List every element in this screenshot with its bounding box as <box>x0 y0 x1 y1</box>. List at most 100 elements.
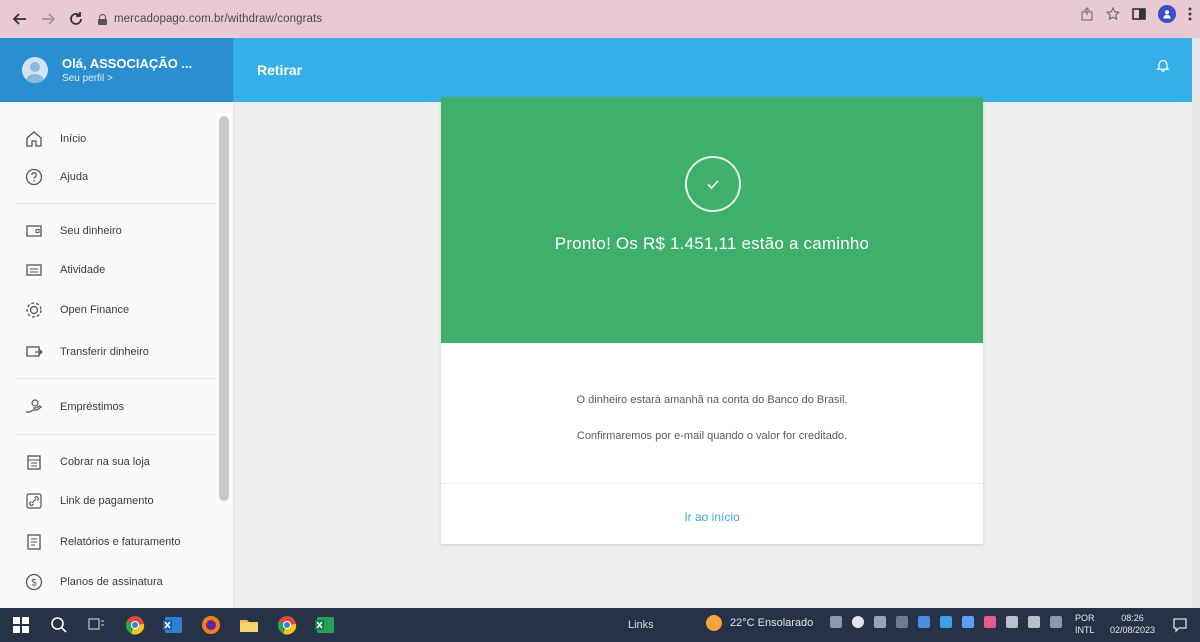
check-circle-icon <box>685 156 741 212</box>
back-button[interactable] <box>6 5 34 33</box>
loans-icon <box>24 397 44 417</box>
weather-widget[interactable]: 22°C Ensolarado <box>706 615 813 631</box>
file-explorer-button[interactable] <box>238 614 260 636</box>
windows-icon <box>13 617 29 633</box>
subscription-icon: $ <box>24 572 44 592</box>
chrome-profile-taskbar-button[interactable] <box>276 614 298 636</box>
spreadsheet-icon <box>315 617 334 633</box>
sun-icon <box>706 615 722 631</box>
start-button[interactable] <box>10 614 32 636</box>
address-bar[interactable]: mercadopago.com.br/withdraw/congrats <box>98 6 322 32</box>
pen-icon[interactable] <box>1050 616 1062 628</box>
sidebar-item-label: Planos de assinatura <box>60 576 163 588</box>
help-icon <box>24 167 44 187</box>
avatar[interactable] <box>22 57 48 83</box>
open-finance-icon <box>24 300 44 320</box>
sidepanel-icon[interactable] <box>1132 7 1146 21</box>
browser-toolbar: mercadopago.com.br/withdraw/congrats <box>0 0 1200 38</box>
spreadsheet-taskbar-button[interactable] <box>314 614 336 636</box>
sidebar-item-atividade[interactable]: Atividade <box>24 260 105 280</box>
wallet-icon <box>24 221 44 241</box>
sidebar-item-open-finance[interactable]: Open Finance <box>24 300 129 320</box>
link-icon <box>24 491 44 511</box>
task-view-icon <box>88 618 104 630</box>
info-email-text: Confirmaremos por e-mail quando o valor … <box>576 430 848 442</box>
search-icon <box>51 617 67 633</box>
sidebar-item-transferir[interactable]: Transferir dinheiro <box>24 342 149 362</box>
notifications-icon[interactable] <box>1172 617 1188 633</box>
wifi-icon[interactable] <box>1006 616 1018 628</box>
taskbar: Links 22°C Ensolarado POR INTL 08:26 02/… <box>0 608 1200 642</box>
bell-icon[interactable] <box>1156 58 1170 72</box>
url-text: mercadopago.com.br/withdraw/congrats <box>114 13 323 25</box>
speaker-icon[interactable] <box>830 616 842 628</box>
search-button[interactable] <box>48 614 70 636</box>
keyboard-layout: INTL <box>1075 625 1095 635</box>
taskbar-links[interactable]: Links <box>628 619 654 631</box>
sidebar-item-label: Transferir dinheiro <box>60 346 149 358</box>
sidebar-item-label: Ajuda <box>60 171 89 183</box>
page-title: Retirar <box>257 62 303 78</box>
excel-taskbar-button[interactable] <box>162 614 184 636</box>
store-icon <box>24 452 44 472</box>
user-name: Olá, ASSOCIAÇÃO ... <box>62 56 193 71</box>
chrome-icon <box>277 616 297 635</box>
sidebar-item-relatorios[interactable]: Relatórios e faturamento <box>24 532 180 552</box>
task-view-button[interactable] <box>86 614 108 636</box>
sidebar-item-label: Início <box>60 133 87 145</box>
clock-date: 02/08/2023 <box>1110 625 1156 635</box>
taskbar-apps <box>10 614 352 636</box>
star-icon[interactable] <box>1106 7 1120 21</box>
reload-button[interactable] <box>62 5 90 33</box>
page-scrollbar[interactable] <box>1192 38 1200 608</box>
firefox-taskbar-button[interactable] <box>200 614 222 636</box>
clock[interactable]: 08:26 02/08/2023 <box>1110 612 1155 636</box>
share-icon[interactable] <box>1080 7 1094 21</box>
reports-icon <box>24 532 44 552</box>
sidebar-item-link-pagamento[interactable]: Link de pagamento <box>24 491 154 511</box>
tray-app-icon[interactable] <box>852 616 864 628</box>
volume-icon[interactable] <box>1028 616 1040 628</box>
sidebar-item-planos[interactable]: $ Planos de assinatura <box>24 572 163 592</box>
tray-app-icon[interactable] <box>896 616 908 628</box>
card-divider <box>441 483 983 484</box>
browser-profile-avatar[interactable] <box>1158 5 1176 23</box>
tray-app-icon[interactable] <box>984 616 996 628</box>
go-home-link[interactable]: Ir ao início <box>441 510 983 524</box>
success-headline: Pronto! Os R$ 1.451,11 estão a caminho <box>554 234 870 253</box>
sidebar-item-label: Link de pagamento <box>60 495 154 507</box>
sidebar-item-cobrar-loja[interactable]: Cobrar na sua loja <box>24 452 150 472</box>
weather-text: 22°C Ensolarado <box>730 617 814 629</box>
sidebar-divider <box>16 203 216 204</box>
sidebar-item-seu-dinheiro[interactable]: Seu dinheiro <box>24 221 122 241</box>
chrome-icon <box>125 616 145 635</box>
folder-icon <box>240 620 258 632</box>
lock-icon <box>98 13 107 25</box>
tray-app-icon[interactable] <box>962 616 974 628</box>
forward-button[interactable] <box>34 5 62 33</box>
sidebar-item-label: Empréstimos <box>60 401 125 413</box>
sidebar-item-emprestimos[interactable]: Empréstimos <box>24 397 124 417</box>
firefox-icon <box>202 616 220 634</box>
activity-icon <box>24 260 44 280</box>
sidebar-item-inicio[interactable]: Início <box>24 129 86 149</box>
svg-text:$: $ <box>31 578 37 589</box>
user-info: Olá, ASSOCIAÇÃO ... Seu perfil > <box>62 56 192 84</box>
more-vert-icon[interactable] <box>1188 7 1192 21</box>
sidebar-item-label: Cobrar na sua loja <box>60 456 150 468</box>
tray-app-icon[interactable] <box>940 616 952 628</box>
user-header[interactable]: Olá, ASSOCIAÇÃO ... Seu perfil > <box>0 38 233 102</box>
profile-person-icon <box>1163 10 1171 19</box>
tray-app-icon[interactable] <box>918 616 930 628</box>
transfer-icon <box>24 342 44 362</box>
sidebar-item-label: Atividade <box>60 264 106 276</box>
app-header: Olá, ASSOCIAÇÃO ... Seu perfil > Retirar <box>0 38 1192 102</box>
profile-link[interactable]: Seu perfil > <box>62 73 192 84</box>
sidebar-item-ajuda[interactable]: Ajuda <box>24 167 88 187</box>
arrow-left-icon <box>12 13 26 25</box>
language-indicator[interactable]: POR INTL <box>1075 612 1095 636</box>
sidebar-scrollbar[interactable] <box>219 116 229 501</box>
tray-app-icon[interactable] <box>874 616 886 628</box>
system-tray <box>830 616 1062 628</box>
chrome-taskbar-button[interactable] <box>124 614 146 636</box>
